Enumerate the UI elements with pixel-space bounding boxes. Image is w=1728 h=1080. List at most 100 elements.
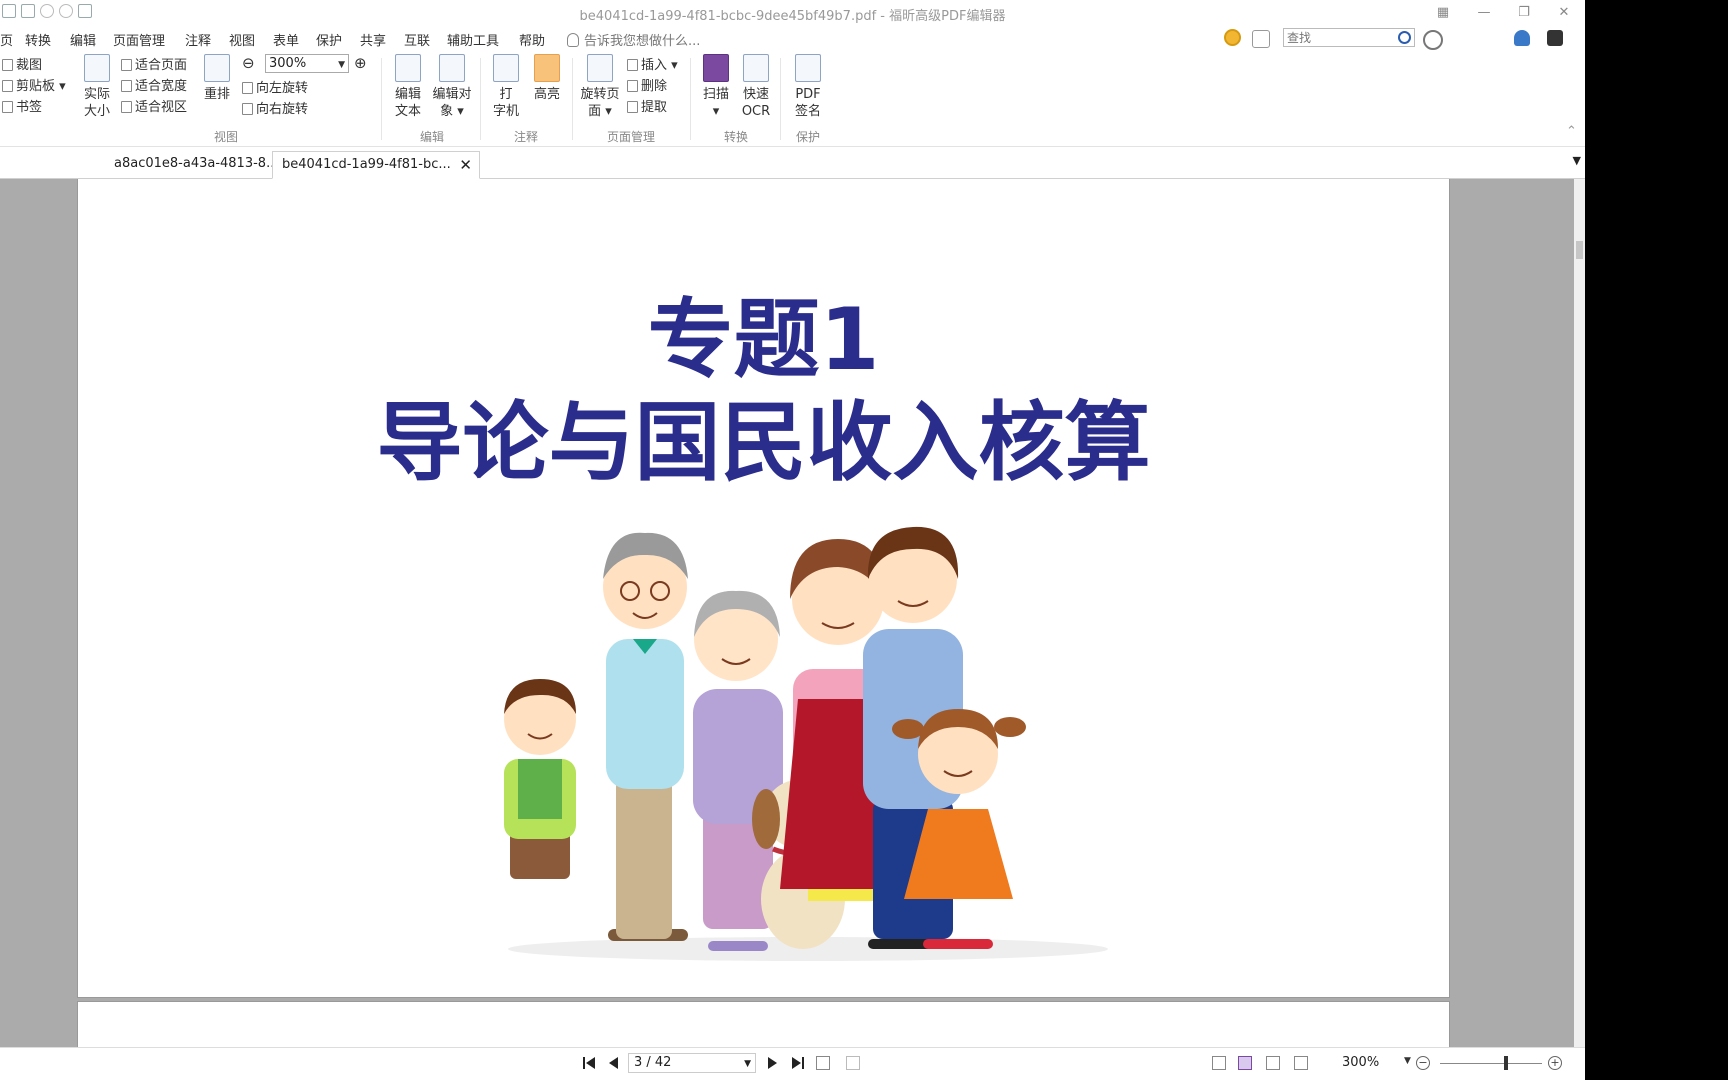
bookmark-button[interactable]: 书签 <box>2 96 42 115</box>
grandfather-figure <box>603 532 688 941</box>
fit-width-button[interactable]: 适合宽度 <box>121 75 187 94</box>
zoom-in-icon[interactable]: ⊕ <box>354 54 367 72</box>
menu-connect[interactable]: 互联 <box>404 30 430 49</box>
ribbon-separator <box>381 58 382 140</box>
tab-document-1[interactable]: a8ac01e8-a43a-4813-8... <box>105 151 278 177</box>
search-input[interactable] <box>1284 29 1398 46</box>
insert-button[interactable]: 插入 ▾ <box>627 54 678 73</box>
edit-object-button[interactable]: 编辑对 象 ▾ <box>430 54 474 120</box>
prev-page-icon[interactable] <box>606 1056 622 1070</box>
continuous-page-icon[interactable] <box>1238 1056 1252 1070</box>
group-label-page-management: 页面管理 <box>607 130 656 144</box>
search-field[interactable] <box>1283 28 1415 47</box>
edit-text-button[interactable]: 编辑 文本 <box>390 54 426 120</box>
menu-accessibility[interactable]: 辅助工具 <box>447 30 499 49</box>
status-zoom-in-icon[interactable]: + <box>1548 1056 1562 1070</box>
document-view[interactable]: 专题1 导论与国民收入核算 <box>0 179 1574 1047</box>
ribbon-separator <box>572 58 573 140</box>
crop-icon <box>2 59 13 71</box>
typewriter-button[interactable]: 打 字机 <box>488 54 524 120</box>
actual-size-button[interactable]: 实际 大小 <box>80 54 114 120</box>
continuous-facing-icon[interactable] <box>1294 1056 1308 1070</box>
menu-comment[interactable]: 注释 <box>185 30 211 49</box>
page-subtitle: 导论与国民收入核算 <box>376 393 1151 493</box>
tell-me-box[interactable]: 告诉我您想做什么... <box>567 30 700 49</box>
tab-list-icon[interactable]: ▼ <box>1573 154 1581 167</box>
window-title: be4041cd-1a99-4f81-bcbc-9dee45bf49b7.pdf… <box>579 9 1006 24</box>
ribbon-display-icon[interactable]: ▦ <box>1431 3 1455 23</box>
search-icon[interactable] <box>1398 31 1411 44</box>
highlight-button[interactable]: 高亮 <box>529 54 565 103</box>
close-tab-icon[interactable]: ✕ <box>459 152 472 178</box>
zoom-out-icon[interactable]: ⊖ <box>242 54 255 72</box>
pdf-editor-window: be4041cd-1a99-4f81-bcbc-9dee45bf49b7.pdf… <box>0 0 1585 1080</box>
page-number-field[interactable]: 3 / 42 ▼ <box>628 1053 756 1073</box>
menu-form[interactable]: 表单 <box>273 30 299 49</box>
menu-convert[interactable]: 转换 <box>25 30 51 49</box>
rotate-left-button[interactable]: 向左旋转 <box>242 77 308 96</box>
rotate-pages-button[interactable]: 旋转页 面 ▾ <box>578 54 622 120</box>
user-icon[interactable] <box>1547 30 1563 46</box>
vertical-scrollbar[interactable] <box>1574 179 1585 1047</box>
ribbon-separator <box>690 58 691 140</box>
next-view-icon[interactable] <box>846 1056 860 1070</box>
menu-share[interactable]: 共享 <box>360 30 386 49</box>
zoom-dropdown[interactable]: 300% ▼ <box>265 54 349 73</box>
quick-ocr-button[interactable]: 快速 OCR <box>738 54 774 120</box>
status-bar: 3 / 42 ▼ 300% ▼ − + <box>0 1047 1585 1078</box>
reflow-button[interactable]: 重排 <box>202 54 232 103</box>
extract-button[interactable]: 提取 <box>627 96 667 115</box>
fit-page-button[interactable]: 适合页面 <box>121 54 187 73</box>
document-tabs: a8ac01e8-a43a-4813-8... be4041cd-1a99-4f… <box>0 148 1585 179</box>
menu-protect[interactable]: 保护 <box>316 30 342 49</box>
close-icon[interactable]: ✕ <box>1552 3 1576 23</box>
previous-view-icon[interactable] <box>816 1056 830 1070</box>
ribbon-separator <box>480 58 481 140</box>
menu-edit[interactable]: 编辑 <box>70 30 96 49</box>
zoom-slider-thumb[interactable] <box>1504 1056 1508 1070</box>
ribbon-separator <box>780 58 781 140</box>
find-options-icon[interactable] <box>1252 30 1270 48</box>
delete-button[interactable]: 删除 <box>627 75 667 94</box>
gear-icon[interactable] <box>1423 30 1443 50</box>
crop-button[interactable]: 裁图 <box>2 54 42 73</box>
clipboard-button[interactable]: 剪贴板 ▾ <box>2 75 66 94</box>
zoom-menu-icon[interactable]: ▼ <box>1404 1056 1411 1066</box>
title-bar: be4041cd-1a99-4f81-bcbc-9dee45bf49b7.pdf… <box>0 0 1585 26</box>
bookmark-icon <box>2 101 13 113</box>
chevron-down-icon: ▼ <box>338 60 345 70</box>
menu-page-management[interactable]: 页面管理 <box>113 30 165 49</box>
next-page-icon[interactable] <box>764 1056 780 1070</box>
menu-home[interactable]: 页 <box>0 30 13 49</box>
rotate-right-button[interactable]: 向右旋转 <box>242 98 308 117</box>
bell-icon[interactable] <box>1514 30 1530 46</box>
last-page-icon[interactable] <box>789 1056 805 1070</box>
group-label-comment: 注释 <box>514 130 539 144</box>
tab-document-2[interactable]: be4041cd-1a99-4f81-bc... ✕ <box>272 151 480 179</box>
menu-view[interactable]: 视图 <box>229 30 255 49</box>
scrollbar-thumb[interactable] <box>1576 241 1583 259</box>
minimize-button[interactable]: — <box>1472 3 1496 23</box>
collapse-ribbon-icon[interactable]: ⌃ <box>1566 124 1577 139</box>
single-page-icon[interactable] <box>1212 1056 1226 1070</box>
scan-button[interactable]: 扫描 ▾ <box>698 54 734 120</box>
zoom-slider[interactable] <box>1440 1063 1542 1064</box>
first-page-icon[interactable] <box>582 1056 598 1070</box>
fit-width-icon <box>121 80 132 92</box>
fit-visible-button[interactable]: 适合视区 <box>121 96 187 115</box>
extract-icon <box>627 101 638 113</box>
reflow-icon <box>204 54 230 82</box>
group-label-convert: 转换 <box>724 130 749 144</box>
group-label-protect: 保护 <box>796 130 821 144</box>
status-zoom-out-icon[interactable]: − <box>1416 1056 1430 1070</box>
edit-object-icon <box>439 54 465 82</box>
restore-button[interactable]: ❐ <box>1512 3 1536 23</box>
menu-help[interactable]: 帮助 <box>519 30 545 49</box>
pdf-sign-button[interactable]: PDF 签名 <box>790 54 826 120</box>
coin-icon[interactable] <box>1224 29 1241 46</box>
facing-page-icon[interactable] <box>1266 1056 1280 1070</box>
boy-figure <box>504 679 576 879</box>
rotate-pages-icon <box>587 54 613 82</box>
status-zoom-value[interactable]: 300% <box>1342 1055 1379 1070</box>
group-label-edit: 编辑 <box>420 130 445 144</box>
